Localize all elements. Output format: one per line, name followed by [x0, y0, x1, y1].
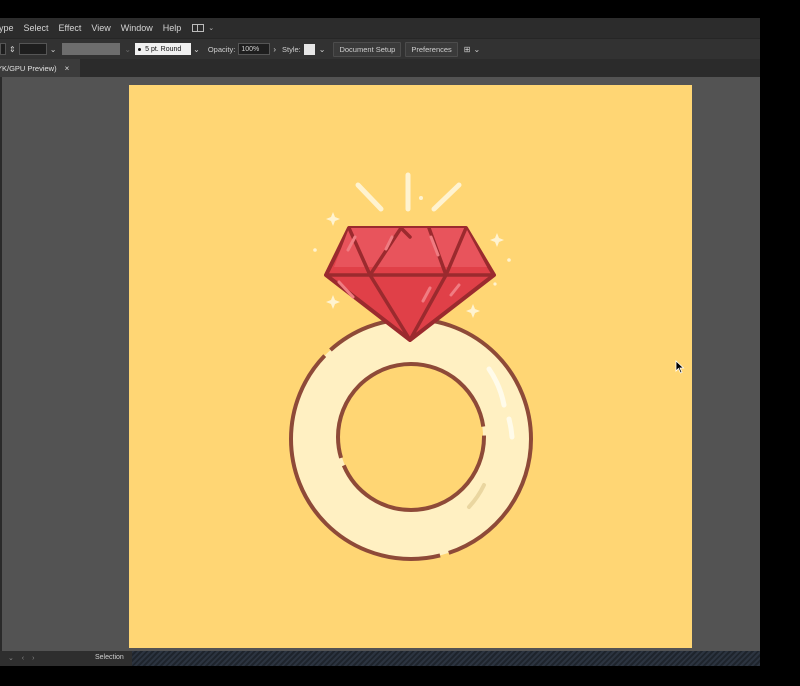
- document-tab-label: YK/GPU Preview): [0, 63, 57, 73]
- close-icon[interactable]: ×: [65, 64, 70, 73]
- document-tab[interactable]: YK/GPU Preview) ×: [0, 59, 80, 77]
- menu-select[interactable]: Select: [19, 23, 54, 33]
- brush-definition-select[interactable]: 5 pt. Round: [135, 43, 192, 55]
- profile-chevron-icon[interactable]: ⌄: [124, 45, 131, 54]
- brush-dot-icon: [138, 47, 142, 51]
- menu-window[interactable]: Window: [116, 23, 158, 33]
- document-setup-button[interactable]: Document Setup: [333, 41, 402, 57]
- chevron-down-icon: ⌄: [208, 25, 215, 32]
- illustrator-window: ype Select Effect View Window Help ⌄ ⇕ ⌄…: [0, 0, 800, 686]
- screen-top-border: [0, 0, 800, 18]
- stroke-weight-input[interactable]: [18, 43, 47, 55]
- screen-right-border: [760, 0, 800, 686]
- brush-definition-label: 5 pt. Round: [145, 45, 182, 53]
- scrollbar-track[interactable]: [132, 651, 760, 666]
- chevron-down-icon[interactable]: ⌄: [319, 45, 326, 54]
- menu-help[interactable]: Help: [158, 23, 187, 33]
- style-label: Style:: [282, 44, 301, 54]
- arrange-documents-icon[interactable]: ⊞: [464, 45, 471, 54]
- chevron-down-icon[interactable]: ⌄: [50, 45, 57, 54]
- screen-bottom-border: [0, 666, 800, 686]
- opacity-label: Opacity:: [207, 44, 236, 54]
- artboard[interactable]: [129, 85, 692, 648]
- chevron-right-icon[interactable]: ›: [273, 45, 276, 54]
- ring-illustration: [129, 85, 692, 648]
- chevron-down-icon[interactable]: ⌄: [193, 45, 200, 54]
- current-tool-label: Selection: [95, 654, 124, 661]
- stroke-weight-icon[interactable]: [0, 43, 6, 55]
- preferences-button[interactable]: Preferences: [405, 41, 458, 57]
- graphic-style-swatch[interactable]: [303, 43, 315, 55]
- workspace-switcher[interactable]: ⌄: [192, 24, 214, 32]
- mouse-cursor-icon: [675, 360, 685, 379]
- status-bar: ⌄ ‹ › Selection: [0, 651, 760, 666]
- document-tab-bar: YK/GPU Preview) ×: [0, 59, 800, 78]
- variable-width-profile[interactable]: [62, 43, 121, 55]
- opacity-input[interactable]: 100%: [238, 43, 271, 55]
- menu-effect[interactable]: Effect: [54, 23, 87, 33]
- layout-grid-icon: [192, 24, 205, 32]
- stepper-icon[interactable]: ⇕: [9, 45, 16, 54]
- menu-bar: ype Select Effect View Window Help ⌄: [0, 18, 800, 38]
- artboard-navigation-icon[interactable]: ⌄ ‹ ›: [8, 654, 37, 662]
- chevron-down-icon[interactable]: ⌄: [473, 45, 480, 54]
- artboard-background: [129, 85, 692, 648]
- menu-view[interactable]: View: [86, 23, 115, 33]
- menu-type[interactable]: ype: [0, 23, 19, 33]
- toolbar-edge: [0, 77, 2, 651]
- control-bar: ⇕ ⌄ ⌄ 5 pt. Round ⌄ Opacity: 100% › Styl…: [0, 38, 800, 59]
